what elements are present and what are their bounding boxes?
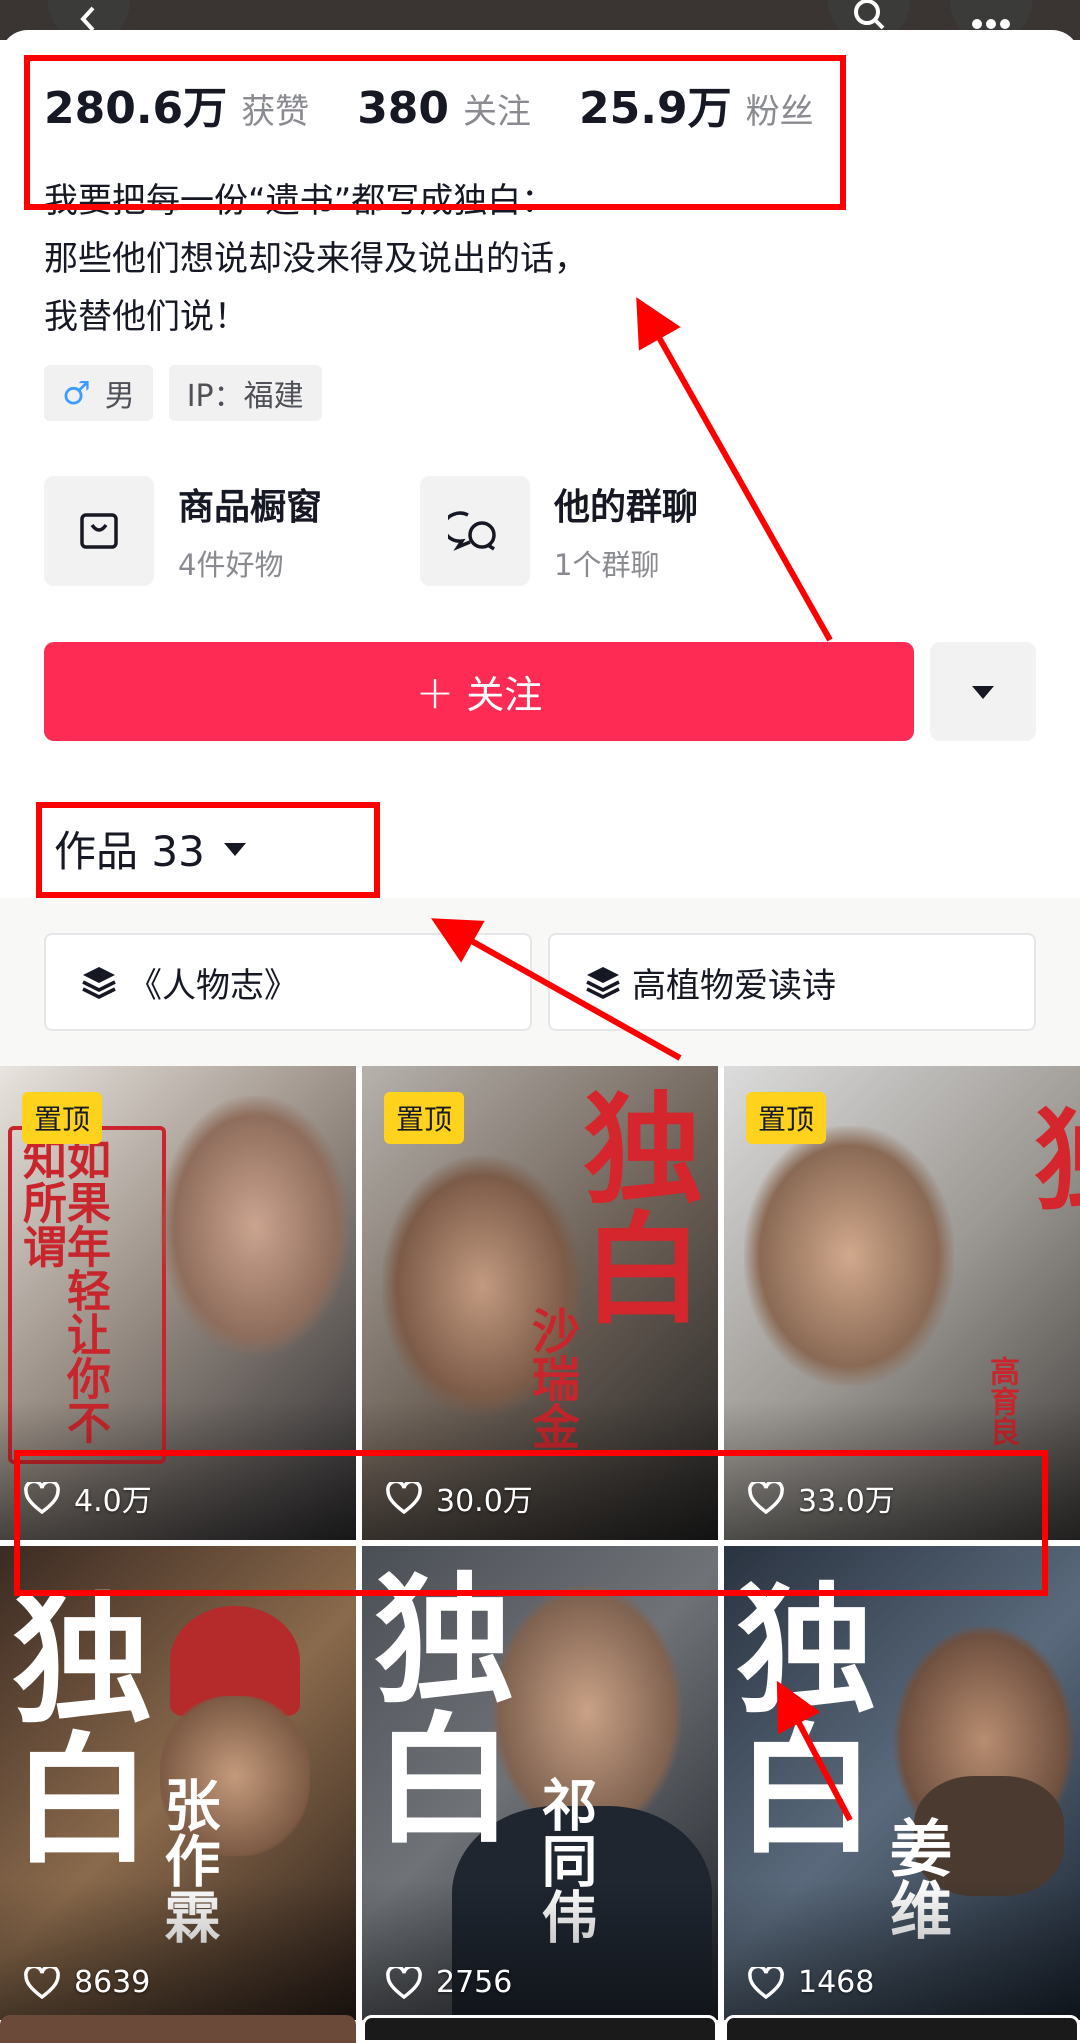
ip-tag: IP：福建 — [168, 365, 322, 421]
like-count-value: 33.0万 — [798, 1484, 895, 1519]
like-count-value: 30.0万 — [436, 1484, 533, 1519]
heart-icon — [748, 1966, 784, 1999]
follow-label: 关注 — [466, 673, 543, 717]
likes-stat[interactable]: 280.6万 获赞 — [44, 72, 309, 136]
video-thumbnail[interactable]: 独白 沙瑞金 置顶 30.0万 — [362, 1066, 718, 1540]
shop-window-subtitle: 4件好物 — [178, 548, 284, 582]
profile-tags: ♂ 男 IP：福建 — [44, 365, 338, 421]
next-row-thumbnail[interactable] — [362, 2015, 718, 2043]
bio: 我要把每一份“遗书”都写成独白： 那些他们想说却没来得及说出的话， 我替他们说！ — [44, 172, 804, 346]
follow-more-button[interactable] — [930, 642, 1036, 741]
gender-tag: ♂ 男 — [44, 365, 153, 421]
like-count-value: 1468 — [798, 1965, 875, 2000]
heart-icon — [24, 1966, 60, 1999]
bio-line-3: 我替他们说！ — [44, 297, 248, 337]
collection-renwuzhi[interactable]: 《人物志》 — [44, 933, 532, 1031]
works-tab[interactable]: 作品 33 — [54, 818, 247, 879]
video-thumbnail[interactable]: 独白 张作霖 8639 — [0, 1546, 356, 2020]
like-count: 8639 — [24, 1965, 150, 2000]
followers-count: 25.9万 — [579, 83, 732, 134]
like-count: 1468 — [748, 1965, 874, 2000]
following-count: 380 — [357, 83, 450, 134]
bio-line-1: 我要把每一份“遗书”都写成独白： — [44, 181, 556, 221]
collection-label: 《人物志》 — [128, 965, 298, 1006]
followers-label: 粉丝 — [745, 92, 814, 132]
next-row-thumbnail[interactable] — [724, 2015, 1080, 2043]
search-icon — [854, 0, 885, 30]
follow-button[interactable]: + 关注 — [44, 642, 914, 741]
collection-stack-icon — [586, 967, 620, 999]
video-thumbnail[interactable]: 独 高育良 置顶 33.0万 — [724, 1066, 1080, 1540]
like-count: 4.0万 — [24, 1476, 152, 1520]
shop-window-title: 商品橱窗 — [178, 487, 323, 528]
heart-icon — [386, 1966, 422, 1999]
following-label: 关注 — [463, 92, 532, 132]
pinned-badge: 置顶 — [384, 1092, 465, 1144]
video-thumbnail[interactable]: 如果年轻让你不知所谓 置顶 4.0万 — [0, 1066, 356, 1540]
group-chat-subtitle: 1个群聊 — [554, 548, 660, 582]
like-count: 30.0万 — [386, 1476, 533, 1520]
collection-label: 高植物爱读诗 — [632, 965, 836, 1006]
video-thumbnail[interactable]: 独白 祁同伟 2756 — [362, 1546, 718, 2020]
pinned-badge: 置顶 — [22, 1092, 103, 1144]
bio-line-2: 那些他们想说却没来得及说出的话， — [44, 239, 588, 279]
heart-icon — [386, 1482, 422, 1514]
collection-gaozhiwu[interactable]: 高植物爱读诗 — [548, 933, 1036, 1031]
shop-window-entry[interactable]: 商品橱窗 4件好物 — [44, 476, 322, 586]
portrait-face — [744, 1126, 954, 1386]
shop-bag-icon — [44, 476, 154, 586]
followers-stat[interactable]: 25.9万 粉丝 — [579, 72, 814, 136]
group-chat-title: 他的群聊 — [554, 487, 699, 528]
group-chat-icon — [420, 476, 530, 586]
likes-label: 获赞 — [241, 92, 310, 132]
heart-icon — [748, 1482, 784, 1514]
plus-icon: + — [415, 664, 455, 719]
ip-label: IP：福建 — [186, 379, 304, 414]
male-icon: ♂ — [62, 374, 91, 412]
likes-count: 280.6万 — [44, 83, 228, 134]
stats-row: 280.6万 获赞 380 关注 25.9万 粉丝 — [44, 72, 862, 136]
like-count-value: 2756 — [436, 1965, 513, 2000]
dropdown-triangle-icon — [223, 842, 246, 856]
portrait-face — [160, 1096, 350, 1356]
next-row-thumbnail[interactable] — [0, 2015, 356, 2043]
like-count-value: 4.0万 — [74, 1484, 152, 1519]
group-chat-entry[interactable]: 他的群聊 1个群聊 — [420, 476, 698, 586]
like-count-value: 8639 — [74, 1965, 151, 2000]
pinned-badge: 置顶 — [746, 1092, 827, 1144]
dropdown-triangle-icon — [972, 685, 994, 699]
gender-label: 男 — [104, 379, 135, 414]
video-overlay-text: 独 — [1034, 1106, 1080, 1216]
heart-icon — [24, 1482, 60, 1514]
video-overlay-text: 独白 — [562, 1086, 703, 1326]
video-thumbnail[interactable]: 独白 姜维 1468 — [724, 1546, 1080, 2020]
like-count: 2756 — [386, 1965, 512, 2000]
following-stat[interactable]: 380 关注 — [357, 83, 531, 134]
works-label: 作品 33 — [54, 827, 205, 876]
collection-stack-icon — [82, 967, 116, 999]
like-count: 33.0万 — [748, 1476, 895, 1520]
